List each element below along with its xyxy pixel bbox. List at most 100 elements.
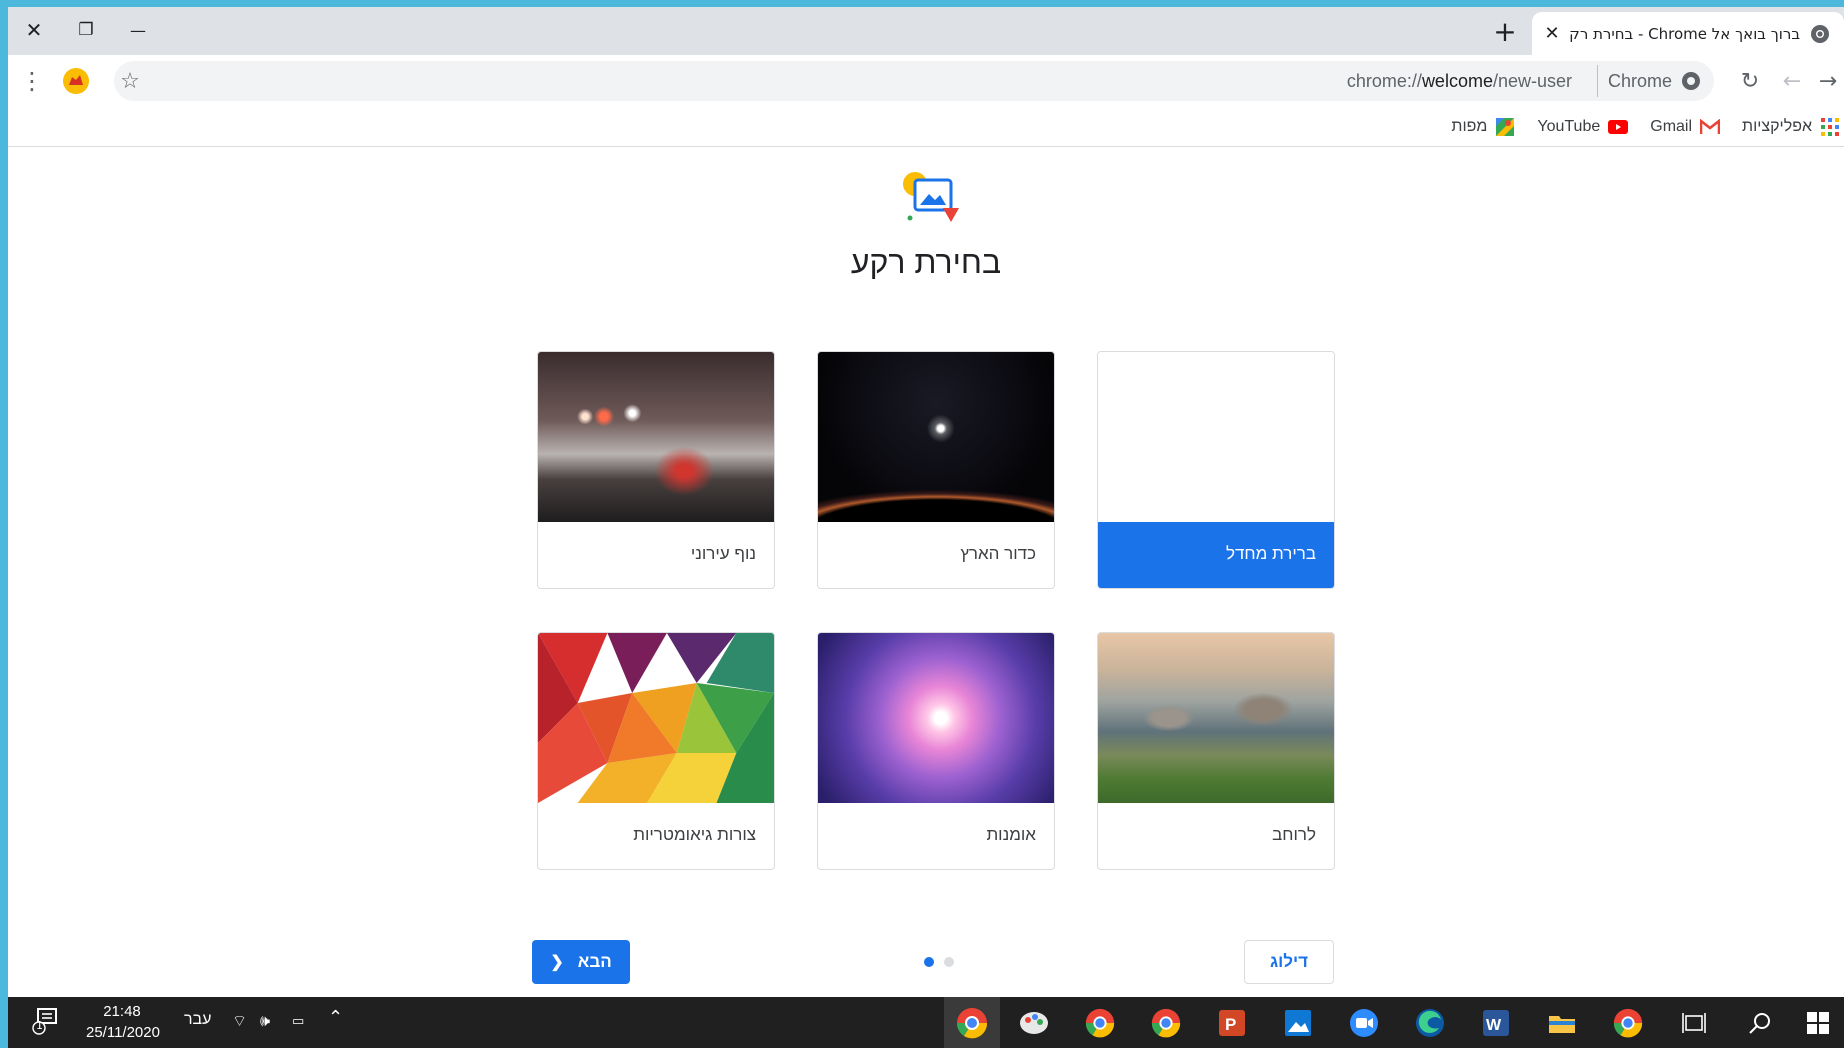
- paint-icon: [1020, 1012, 1048, 1034]
- tab-welcome[interactable]: ברוך בואך אל Chrome - בחירת רקע ✕: [1532, 12, 1844, 55]
- search-button[interactable]: [1740, 1003, 1780, 1043]
- chrome-icon: [1151, 1008, 1181, 1038]
- apps-grid-icon: [1820, 117, 1840, 137]
- taskbar-app-paint[interactable]: [1014, 1003, 1054, 1043]
- battery-icon[interactable]: ▭: [292, 1014, 304, 1029]
- input-language[interactable]: עבר: [184, 1011, 211, 1029]
- chevron-up-icon[interactable]: ⌃: [328, 1007, 343, 1028]
- bg-card-landscape[interactable]: לרוחב: [1097, 632, 1335, 870]
- word-icon: W: [1483, 1010, 1509, 1036]
- back-icon[interactable]: ←: [1776, 65, 1808, 97]
- tab-strip: ✕ ❐ — + ברוך בואך אל Chrome - בחירת רקע …: [8, 7, 1844, 55]
- clock[interactable]: 21:48 25/11/2020: [86, 1001, 160, 1043]
- forward-icon[interactable]: →: [1812, 65, 1844, 97]
- skip-button[interactable]: דילוג: [1244, 940, 1334, 984]
- start-button[interactable]: [1798, 1003, 1838, 1043]
- bookmark-label: Gmail: [1650, 117, 1693, 135]
- bookmark-label: YouTube: [1537, 117, 1601, 135]
- taskbar-app-word[interactable]: W: [1476, 1003, 1516, 1043]
- bookmark-gmail[interactable]: Gmail: [1650, 117, 1721, 137]
- reload-icon[interactable]: ↻: [1734, 65, 1766, 97]
- card-label: כדור הארץ: [960, 544, 1036, 563]
- window-close-button[interactable]: ✕: [14, 15, 54, 45]
- window-minimize-button[interactable]: —: [118, 15, 158, 45]
- site-chip[interactable]: Chrome: [1596, 65, 1700, 97]
- taskbar-app-chrome-active[interactable]: [944, 997, 1000, 1048]
- chrome-icon: [1682, 72, 1700, 90]
- bookmark-label: מפות: [1451, 117, 1488, 135]
- taskbar-app-chrome-profile-1[interactable]: [1080, 1003, 1120, 1043]
- bg-thumbnail-cityscape: [538, 352, 774, 522]
- card-label: לרוחב: [1272, 825, 1316, 844]
- notification-center[interactable]: 1: [32, 1007, 58, 1039]
- chrome-favicon-icon: [1811, 24, 1829, 43]
- bg-thumbnail-art: [818, 633, 1054, 803]
- windows-icon: [1807, 1012, 1829, 1034]
- svg-text:W: W: [1486, 1017, 1502, 1034]
- bg-card-earth[interactable]: כדור הארץ: [817, 351, 1055, 589]
- bg-card-default[interactable]: ברירת מחדל: [1097, 351, 1335, 589]
- card-label: נוף עירוני: [690, 544, 756, 563]
- bookmark-youtube[interactable]: YouTube: [1537, 117, 1629, 137]
- window-restore-button[interactable]: ❐: [66, 15, 106, 45]
- taskbar-app-powerpoint[interactable]: P: [1212, 1003, 1252, 1043]
- browser-window: ✕ ❐ — + ברוך בואך אל Chrome - בחירת רקע …: [8, 7, 1844, 997]
- welcome-page: בחירת רקע ברירת מחדל כדור הארץ נוף עירונ…: [8, 148, 1844, 997]
- search-icon: [1749, 1013, 1770, 1034]
- chevron-left-icon: ❮: [550, 954, 564, 971]
- taskbar-app-chrome[interactable]: [1608, 1003, 1648, 1043]
- next-button[interactable]: הבא ❮: [532, 940, 630, 984]
- zoom-icon: [1350, 1009, 1378, 1037]
- background-picture-icon: [903, 172, 959, 222]
- gmail-icon: [1700, 117, 1721, 137]
- notification-count: 1: [36, 1019, 43, 1032]
- svg-text:P: P: [1225, 1015, 1236, 1034]
- bg-thumbnail-landscape: [1098, 633, 1334, 803]
- bookmarks-bar: אפליקציות Gmail YouTube מפות: [8, 107, 1844, 147]
- new-tab-button[interactable]: +: [1490, 18, 1520, 48]
- taskbar-app-zoom[interactable]: [1344, 1003, 1384, 1043]
- card-label: אומנות: [986, 825, 1036, 844]
- volume-icon[interactable]: 🕪: [260, 1011, 270, 1031]
- taskbar-app-file-explorer[interactable]: [1542, 1003, 1582, 1043]
- maps-icon: [1495, 117, 1515, 137]
- site-chip-label: Chrome: [1607, 70, 1672, 91]
- bg-thumbnail-default: [1098, 352, 1334, 522]
- profile-avatar[interactable]: [60, 65, 92, 97]
- bg-card-art[interactable]: אומנות: [817, 632, 1055, 870]
- bg-thumbnail-earth: [818, 352, 1054, 522]
- menu-icon[interactable]: ⋮: [16, 65, 48, 97]
- chrome-icon: [1085, 1008, 1115, 1038]
- card-label: ברירת מחדל: [1098, 522, 1334, 588]
- tab-close-icon[interactable]: ✕: [1542, 23, 1562, 44]
- bg-card-cityscape[interactable]: נוף עירוני: [537, 351, 775, 589]
- pagination-dot[interactable]: [944, 957, 954, 967]
- bookmark-maps[interactable]: מפות: [1451, 117, 1515, 137]
- task-view-icon: [1682, 1013, 1706, 1033]
- avatar-icon: [63, 68, 89, 94]
- chrome-icon: [956, 1007, 988, 1038]
- bookmark-label: אפליקציות: [1742, 117, 1812, 135]
- wifi-icon[interactable]: ⌔: [232, 1011, 247, 1031]
- bg-thumbnail-geometric: [538, 633, 774, 803]
- next-button-label: הבא: [577, 952, 612, 971]
- page-title: בחירת רקע: [850, 244, 1002, 280]
- bg-card-geometric[interactable]: צורות גיאומטריות: [537, 632, 775, 870]
- tab-title: ברוך בואך אל Chrome - בחירת רקע: [1570, 24, 1800, 43]
- clock-date: 25/11/2020: [86, 1024, 160, 1041]
- youtube-icon: [1608, 117, 1629, 137]
- chrome-icon: [1613, 1008, 1643, 1038]
- omnibox[interactable]: ☆ chrome://welcome/new-user Chrome: [114, 61, 1714, 101]
- taskbar-app-edge[interactable]: [1410, 1003, 1450, 1043]
- folder-icon: [1549, 1016, 1575, 1033]
- toolbar: ⋮ ☆ chrome://welcome/new-user Chrome ↻ ←…: [8, 55, 1844, 107]
- taskbar-app-photos[interactable]: [1278, 1003, 1318, 1043]
- task-view-button[interactable]: [1674, 1003, 1714, 1043]
- card-label: צורות גיאומטריות: [633, 825, 756, 844]
- photos-icon: [1285, 1010, 1311, 1036]
- bookmark-apps[interactable]: אפליקציות: [1742, 117, 1840, 137]
- bookmark-star-icon[interactable]: ☆: [114, 65, 146, 97]
- taskbar-app-chrome-profile-2[interactable]: [1146, 1003, 1186, 1043]
- pagination-dot-active[interactable]: [924, 957, 934, 967]
- powerpoint-icon: P: [1219, 1010, 1245, 1036]
